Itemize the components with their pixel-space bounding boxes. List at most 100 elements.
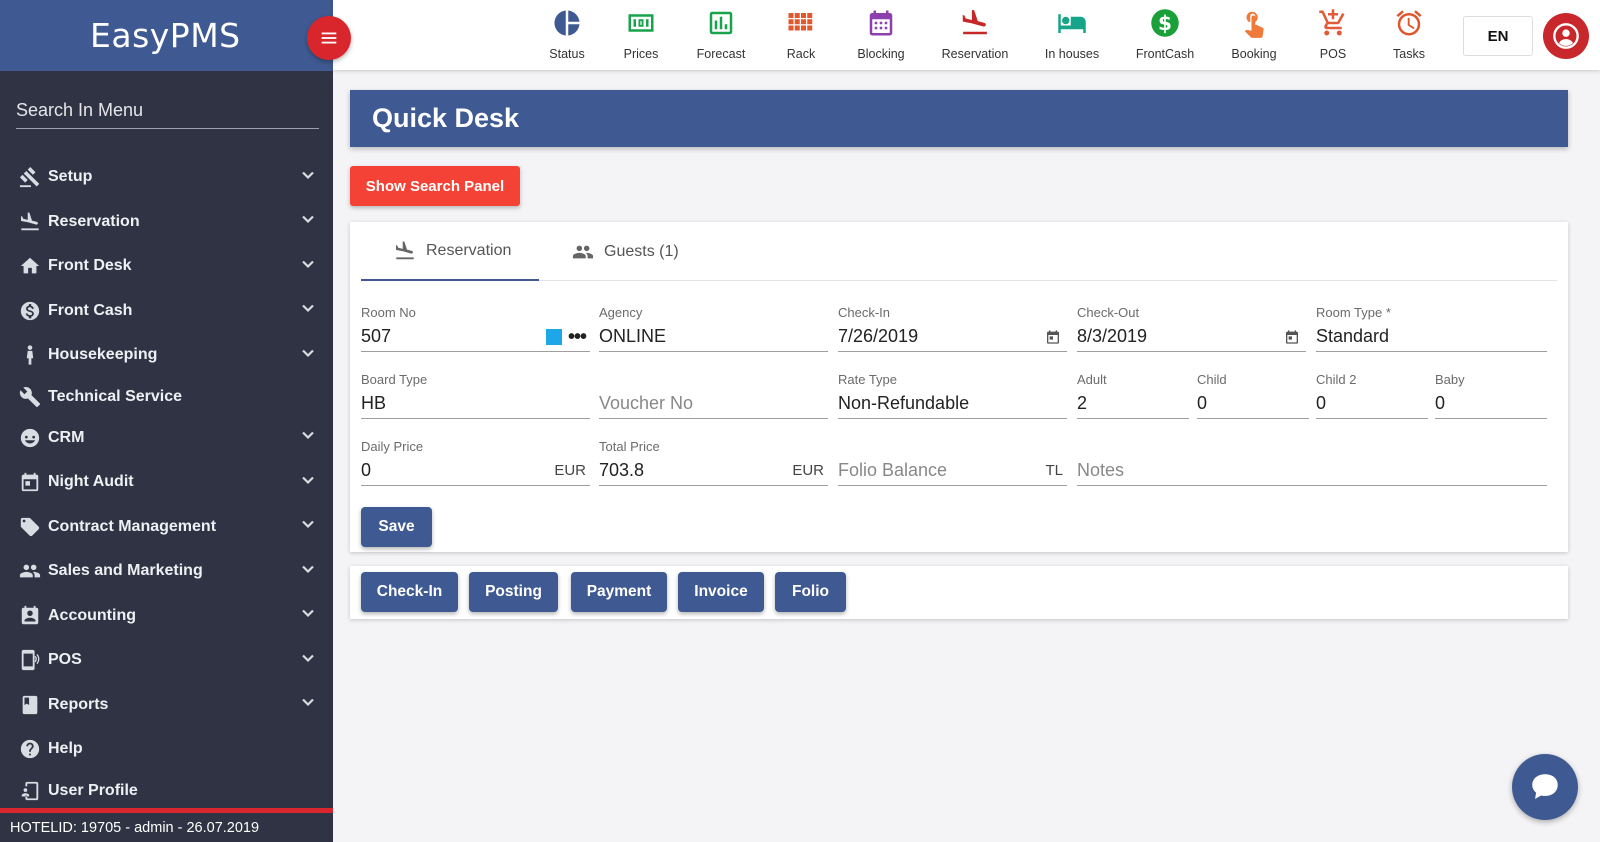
more-options-icon[interactable]: ••• <box>568 327 587 347</box>
check-out-input[interactable]: 8/3/2019 <box>1077 322 1306 352</box>
baby-field[interactable]: Baby 0 <box>1435 372 1547 419</box>
tab-label: Reservation <box>426 241 512 259</box>
check-in-field[interactable]: Check-In 7/26/2019 <box>838 305 1067 352</box>
sidebar-item-label: Night Audit <box>48 473 134 491</box>
sidebar-item-front-cash[interactable]: Front Cash <box>0 289 333 334</box>
sidebar-item-sales-and-marketing[interactable]: Sales and Marketing <box>0 549 333 594</box>
sidebar-item-night-audit[interactable]: Night Audit <box>0 460 333 505</box>
adult-input[interactable]: 2 <box>1077 389 1189 419</box>
rate-type-select[interactable]: Non-Refundable <box>838 389 1067 419</box>
toolbar-rack[interactable]: Rack <box>761 8 841 61</box>
sidebar-item-contract-management[interactable]: Contract Management <box>0 505 333 550</box>
hamburger-icon <box>321 32 337 44</box>
daily-price-input[interactable]: 0 EUR <box>361 456 590 486</box>
check-in-input[interactable]: 7/26/2019 <box>838 322 1067 352</box>
child2-field[interactable]: Child 2 0 <box>1316 372 1428 419</box>
sidebar-item-front-desk[interactable]: Front Desk <box>0 244 333 289</box>
child-input[interactable]: 0 <box>1197 389 1309 419</box>
chat-button[interactable] <box>1512 754 1578 820</box>
sidebar-item-crm[interactable]: CRM <box>0 416 333 461</box>
adult-field[interactable]: Adult 2 <box>1077 372 1189 419</box>
toolbar-label: Tasks <box>1393 47 1425 61</box>
tab-label: Guests (1) <box>604 242 679 260</box>
toolbar-booking[interactable]: Booking <box>1214 8 1294 61</box>
toolbar-status[interactable]: Status <box>527 8 607 61</box>
rate-type-field[interactable]: Rate Type Non-Refundable <box>838 372 1067 419</box>
sidebar-item-technical-service[interactable]: Technical Service <box>0 378 333 416</box>
user-profile-icon <box>18 779 42 803</box>
sidebar-item-label: Reservation <box>48 212 140 230</box>
sidebar-item-user-profile[interactable]: User Profile <box>0 772 333 810</box>
language-selector[interactable]: EN <box>1463 16 1533 56</box>
agency-input[interactable]: ONLINE <box>599 322 828 352</box>
room-type-field[interactable]: Room Type * Standard <box>1316 305 1547 352</box>
menu-search-input[interactable] <box>16 100 319 121</box>
notes-input[interactable]: Notes <box>1077 456 1547 486</box>
notes-field[interactable]: Notes <box>1077 439 1547 486</box>
toolbar-prices[interactable]: Prices <box>601 8 681 61</box>
daily-price-field[interactable]: Daily Price 0 EUR <box>361 439 590 486</box>
toolbar-label: POS <box>1319 47 1347 61</box>
agency-field[interactable]: Agency ONLINE <box>599 305 828 352</box>
check-in-button[interactable]: Check-In <box>361 572 458 612</box>
gavel-icon <box>18 165 42 189</box>
wrench-icon <box>18 385 42 409</box>
toolbar-frontcash[interactable]: $ FrontCash <box>1125 8 1205 61</box>
folio-balance-field[interactable]: Folio Balance TL <box>838 439 1067 486</box>
sidebar-item-help[interactable]: Help <box>0 727 333 772</box>
payment-button[interactable]: Payment <box>571 572 667 612</box>
posting-button[interactable]: Posting <box>469 572 558 612</box>
menu-toggle-button[interactable] <box>307 16 351 60</box>
save-button[interactable]: Save <box>361 507 432 547</box>
sidebar-item-housekeeping[interactable]: Housekeeping <box>0 333 333 378</box>
total-price-field[interactable]: Total Price 703.8 EUR <box>599 439 828 486</box>
toolbar-in-houses[interactable]: In houses <box>1032 8 1112 61</box>
toolbar-blocking[interactable]: Blocking <box>841 8 921 61</box>
voucher-no-input[interactable]: Voucher No <box>599 389 828 419</box>
sidebar-item-label: Contract Management <box>48 517 217 535</box>
folio-balance-input[interactable]: Folio Balance TL <box>838 456 1067 486</box>
sidebar-item-accounting[interactable]: Accounting <box>0 594 333 639</box>
tab-guests[interactable]: Guests (1) <box>572 222 712 281</box>
show-search-panel-button[interactable]: Show Search Panel <box>350 166 520 206</box>
invoice-button[interactable]: Invoice <box>678 572 764 612</box>
field-label: Daily Price <box>361 439 424 454</box>
room-extras: ••• <box>545 327 587 347</box>
toolbar-tasks[interactable]: Tasks <box>1369 8 1449 61</box>
sidebar-item-reports[interactable]: Reports <box>0 683 333 728</box>
child2-input[interactable]: 0 <box>1316 389 1428 419</box>
child-field[interactable]: Child 0 <box>1197 372 1309 419</box>
toolbar-pos[interactable]: POS <box>1293 8 1373 61</box>
baby-input[interactable]: 0 <box>1435 389 1547 419</box>
room-type-select[interactable]: Standard <box>1316 322 1547 352</box>
calendar-icon[interactable] <box>1045 329 1061 345</box>
folio-button[interactable]: Folio <box>775 572 846 612</box>
field-value: 0 <box>361 460 372 480</box>
tab-reservation[interactable]: Reservation <box>361 222 539 281</box>
room-no-input[interactable]: 507 ••• <box>361 322 590 352</box>
sidebar-item-label: Technical Service <box>48 387 182 405</box>
chevron-down-icon <box>301 562 315 581</box>
sidebar-item-setup[interactable]: Setup <box>0 155 333 200</box>
toolbar-forecast[interactable]: Forecast <box>681 8 761 61</box>
room-no-field[interactable]: Room No 507 ••• <box>361 305 590 352</box>
check-out-field[interactable]: Check-Out 8/3/2019 <box>1077 305 1306 352</box>
calendar-icon[interactable] <box>1284 329 1300 345</box>
field-label: Baby <box>1435 372 1465 387</box>
grid-icon <box>788 13 813 31</box>
people-icon <box>572 245 594 258</box>
user-menu-button[interactable] <box>1543 13 1589 59</box>
chevron-down-icon <box>301 301 315 320</box>
toolbar-label: Booking <box>1231 47 1277 61</box>
voucher-no-field[interactable]: Voucher No <box>599 372 828 419</box>
field-label: Rate Type <box>838 372 898 387</box>
board-type-select[interactable]: HB <box>361 389 590 419</box>
sidebar-item-pos[interactable]: POS <box>0 638 333 683</box>
total-price-input[interactable]: 703.8 EUR <box>599 456 828 486</box>
dollar-circle-icon: $ <box>1151 9 1179 37</box>
board-type-field[interactable]: Board Type HB <box>361 372 590 419</box>
sidebar-item-label: Reports <box>48 695 109 713</box>
sidebar-item-reservation[interactable]: Reservation <box>0 200 333 245</box>
toolbar-reservation[interactable]: Reservation <box>935 8 1015 61</box>
toolbar-label: FrontCash <box>1135 47 1195 61</box>
